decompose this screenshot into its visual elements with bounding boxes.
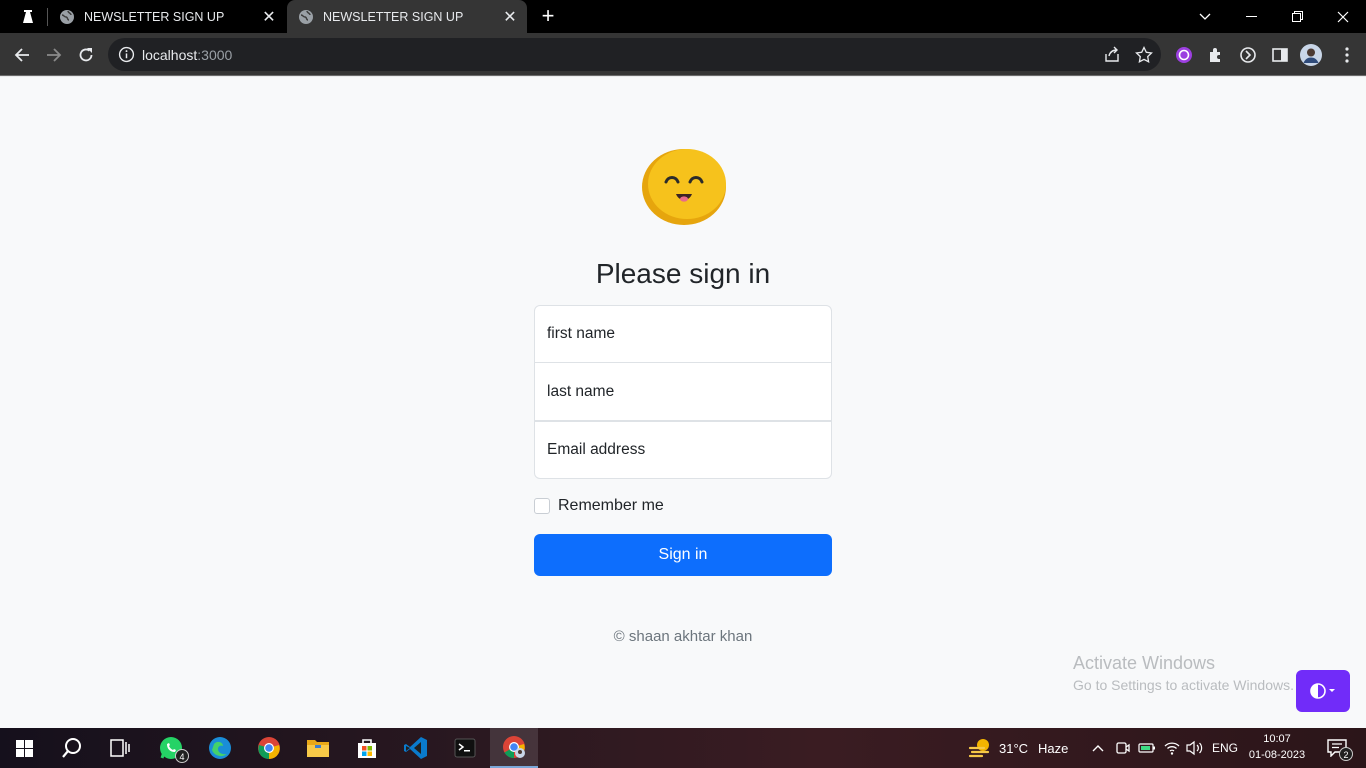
taskbar-clock[interactable]: 10:07 01-08-2023 bbox=[1242, 731, 1312, 763]
whatsapp-badge: 4 bbox=[175, 749, 189, 763]
remember-me-row[interactable]: Remember me bbox=[534, 497, 664, 515]
tab-title: NEWSLETTER SIGN UP bbox=[323, 9, 464, 24]
restore-button[interactable] bbox=[1274, 0, 1320, 33]
weather-temperature[interactable]: 31°C bbox=[999, 728, 1028, 768]
weather-description[interactable]: Haze bbox=[1038, 728, 1068, 768]
windows-logo-icon bbox=[15, 739, 33, 757]
copyright-footer: © shaan akhtar khan bbox=[613, 628, 753, 645]
browser-menu-icon[interactable] bbox=[1336, 44, 1358, 66]
first-name-placeholder: first name bbox=[547, 325, 616, 342]
minimize-button[interactable] bbox=[1228, 0, 1274, 33]
edge-icon bbox=[209, 737, 231, 759]
search-icon bbox=[62, 738, 81, 758]
globe-icon bbox=[60, 9, 74, 24]
language-indicator[interactable]: ENG bbox=[1212, 728, 1238, 768]
notification-count-badge: 2 bbox=[1339, 747, 1353, 761]
vscode-icon bbox=[404, 737, 427, 759]
search-button[interactable] bbox=[48, 728, 96, 768]
url-host: localhost bbox=[142, 47, 198, 63]
reload-button[interactable] bbox=[74, 43, 98, 67]
taskbar-app-chrome-active[interactable] bbox=[490, 728, 538, 768]
chrome-profile-icon bbox=[503, 736, 525, 758]
contrast-icon bbox=[1310, 683, 1335, 699]
first-name-field[interactable]: first name bbox=[534, 305, 832, 363]
extensions-puzzle-icon[interactable] bbox=[1205, 44, 1227, 66]
app-menu-icon[interactable] bbox=[18, 7, 38, 27]
battery-icon[interactable] bbox=[1138, 739, 1156, 757]
url-port: :3000 bbox=[197, 47, 233, 63]
windows-taskbar: 4 31°C Haze ENG 10:07 01-08-2023 2 bbox=[0, 728, 1366, 768]
browser-toolbar: localhost:3000 bbox=[0, 33, 1366, 76]
show-hidden-icons-chevron-icon[interactable] bbox=[1089, 739, 1107, 757]
side-panel-icon[interactable] bbox=[1269, 44, 1291, 66]
start-button[interactable] bbox=[0, 728, 48, 768]
page-content: Please sign in first name last name Emai… bbox=[0, 77, 1366, 728]
tab-newsletter-2[interactable]: NEWSLETTER SIGN UP ✕ bbox=[287, 0, 527, 33]
share-icon[interactable] bbox=[1103, 46, 1121, 64]
terminal-icon bbox=[454, 738, 476, 758]
address-bar[interactable]: localhost:3000 bbox=[108, 38, 1161, 71]
new-tab-button[interactable]: + bbox=[537, 5, 559, 27]
taskbar-app-whatsapp[interactable]: 4 bbox=[147, 728, 195, 768]
remember-me-label: Remember me bbox=[558, 497, 664, 514]
volume-icon[interactable] bbox=[1186, 739, 1204, 757]
task-view-button[interactable] bbox=[96, 728, 144, 768]
taskbar-app-file-explorer[interactable] bbox=[294, 728, 342, 768]
tab-newsletter-1[interactable]: NEWSLETTER SIGN UP ✕ bbox=[48, 0, 286, 33]
back-button[interactable] bbox=[10, 43, 34, 67]
last-name-field[interactable]: last name bbox=[534, 363, 832, 421]
taskbar-app-terminal[interactable] bbox=[441, 728, 489, 768]
tab-search-chevron-icon[interactable] bbox=[1182, 0, 1228, 33]
clock-time: 10:07 bbox=[1263, 733, 1291, 745]
taskbar-app-chrome[interactable] bbox=[245, 728, 293, 768]
file-explorer-icon bbox=[307, 740, 329, 757]
site-info-icon[interactable] bbox=[118, 46, 135, 63]
email-placeholder: Email address bbox=[547, 441, 646, 458]
profile-avatar-icon[interactable] bbox=[1300, 44, 1322, 66]
clock-date: 01-08-2023 bbox=[1248, 749, 1306, 761]
email-field[interactable]: Email address bbox=[534, 421, 832, 479]
extension-purple-icon[interactable] bbox=[1173, 44, 1195, 66]
taskbar-app-vscode[interactable] bbox=[392, 728, 440, 768]
activate-windows-title: Activate Windows bbox=[1073, 653, 1216, 673]
signin-form: first name last name Email address bbox=[534, 305, 832, 479]
theme-toggle-button[interactable] bbox=[1296, 670, 1350, 712]
remember-me-checkbox[interactable] bbox=[534, 498, 550, 514]
notification-center-icon[interactable]: 2 bbox=[1325, 737, 1353, 761]
sync-extension-icon[interactable] bbox=[1237, 44, 1259, 66]
taskbar-app-edge[interactable] bbox=[196, 728, 244, 768]
weather-haze-icon[interactable] bbox=[968, 736, 992, 760]
task-view-icon bbox=[110, 739, 130, 757]
close-window-button[interactable] bbox=[1320, 0, 1366, 33]
forward-button[interactable] bbox=[42, 43, 66, 67]
close-tab-icon[interactable]: ✕ bbox=[258, 6, 280, 28]
smiling-face-icon bbox=[642, 149, 726, 225]
url-text[interactable]: localhost:3000 bbox=[142, 47, 232, 63]
taskbar-app-store[interactable] bbox=[343, 728, 391, 768]
close-tab-icon[interactable]: ✕ bbox=[499, 6, 521, 28]
globe-icon bbox=[299, 9, 313, 24]
bookmark-star-icon[interactable] bbox=[1135, 46, 1153, 64]
microsoft-store-icon bbox=[358, 739, 376, 758]
wifi-icon[interactable] bbox=[1163, 739, 1181, 757]
last-name-placeholder: last name bbox=[547, 382, 615, 400]
chrome-icon bbox=[258, 737, 280, 759]
page-title: Please sign in bbox=[595, 258, 771, 289]
activate-windows-subtitle: Go to Settings to activate Windows. bbox=[1073, 677, 1294, 693]
sign-in-button[interactable]: Sign in bbox=[534, 534, 832, 576]
tab-strip: NEWSLETTER SIGN UP ✕ NEWSLETTER SIGN UP … bbox=[0, 0, 1366, 33]
tab-title: NEWSLETTER SIGN UP bbox=[84, 9, 225, 24]
meet-now-icon[interactable] bbox=[1114, 739, 1132, 757]
